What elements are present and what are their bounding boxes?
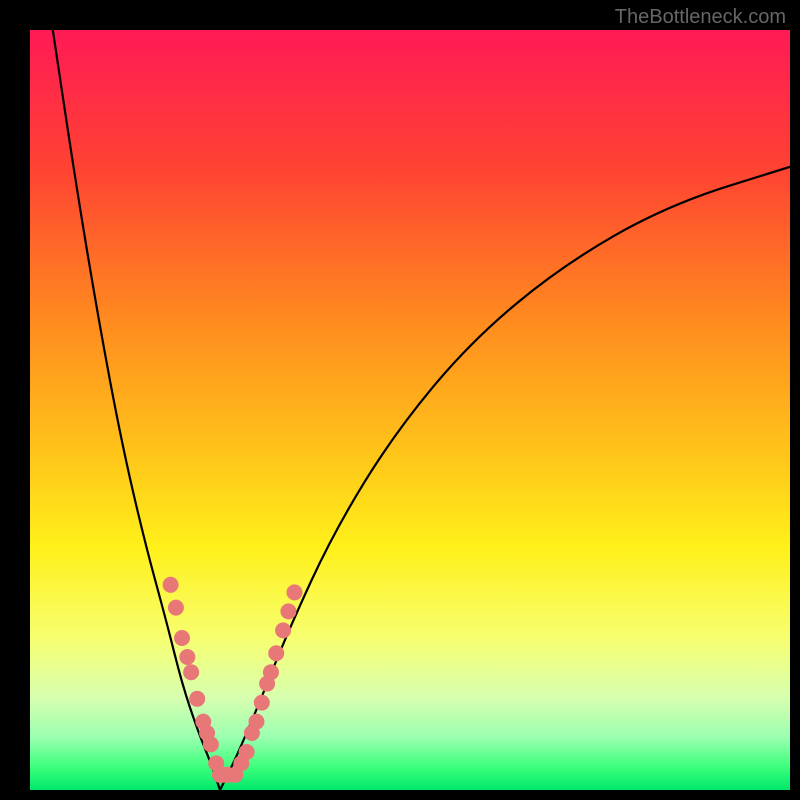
data-point <box>280 603 296 619</box>
data-point <box>174 630 190 646</box>
data-point <box>189 691 205 707</box>
data-point <box>239 744 255 760</box>
watermark-text: TheBottleneck.com <box>615 6 786 29</box>
data-point <box>168 600 184 616</box>
chart-svg <box>30 30 790 790</box>
curve-right <box>220 167 790 790</box>
data-point <box>254 695 270 711</box>
data-point <box>286 584 302 600</box>
data-point <box>268 645 284 661</box>
data-point <box>183 664 199 680</box>
data-point <box>163 577 179 593</box>
data-point <box>275 622 291 638</box>
data-point <box>179 649 195 665</box>
marker-group <box>163 577 303 783</box>
data-point <box>203 736 219 752</box>
data-point <box>263 664 279 680</box>
data-point <box>248 714 264 730</box>
chart-container <box>30 30 790 790</box>
